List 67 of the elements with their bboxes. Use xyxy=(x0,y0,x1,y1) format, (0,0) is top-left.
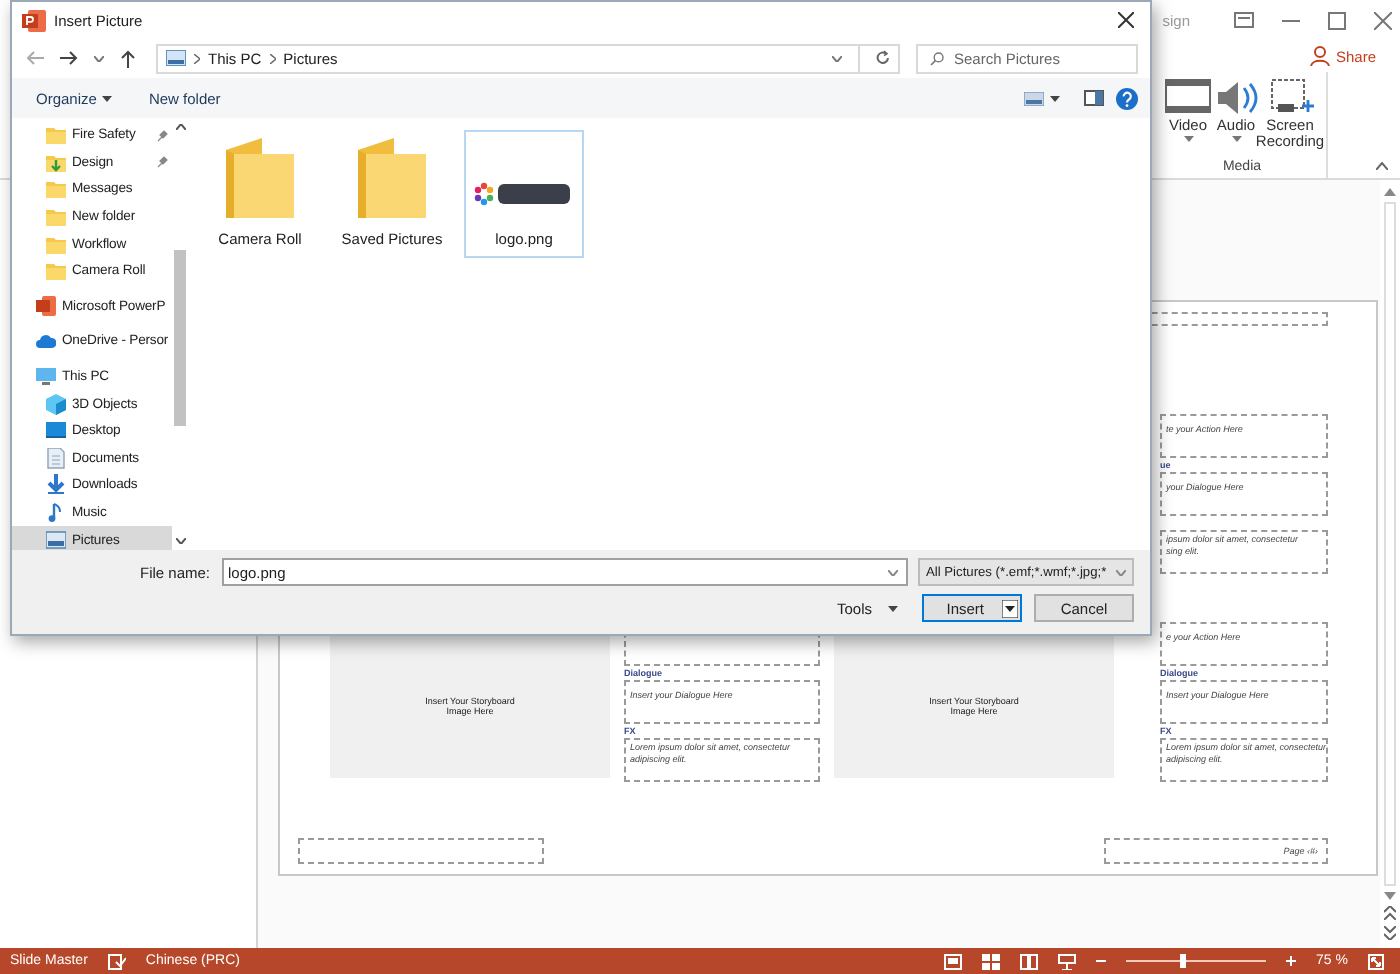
audio-icon xyxy=(1212,76,1260,116)
search-icon xyxy=(930,51,944,65)
chevron-icon xyxy=(269,53,276,63)
scrollbar[interactable] xyxy=(172,118,188,550)
refresh-icon xyxy=(876,50,890,66)
pin-icon xyxy=(156,129,168,142)
scroll-down-icon[interactable] xyxy=(175,538,185,544)
caret-icon xyxy=(102,95,113,101)
view-options-button[interactable] xyxy=(1024,91,1060,105)
caret-icon xyxy=(1050,95,1060,101)
cloud-icon xyxy=(36,330,56,353)
forward-icon[interactable] xyxy=(60,50,78,66)
slide-sorter-icon[interactable] xyxy=(982,953,1001,969)
folder-icon xyxy=(358,138,426,218)
preview-pane-icon[interactable] xyxy=(1084,90,1104,106)
pin-icon xyxy=(156,156,168,169)
person-icon xyxy=(1309,46,1330,66)
zoom-slider[interactable] xyxy=(1180,954,1187,968)
fit-to-window-icon[interactable] xyxy=(1368,953,1384,969)
download-icon xyxy=(46,474,66,497)
computer-icon xyxy=(36,366,56,389)
scroll-up-icon[interactable] xyxy=(1384,188,1396,196)
video-icon xyxy=(1164,76,1212,116)
cube-icon xyxy=(46,393,66,416)
scrollbar[interactable] xyxy=(1380,180,1400,948)
spelling-icon[interactable] xyxy=(107,953,126,969)
desktop-icon xyxy=(46,420,66,443)
zoom-out-icon[interactable] xyxy=(1096,956,1107,966)
normal-view-icon[interactable] xyxy=(944,953,963,969)
dropdown-icon xyxy=(1116,569,1126,575)
scroll-thumb[interactable] xyxy=(174,250,186,426)
recent-locations-icon[interactable] xyxy=(94,55,104,61)
pictures-icon xyxy=(46,529,66,550)
scroll-down-icon[interactable] xyxy=(1384,892,1396,900)
pictures-icon xyxy=(166,50,186,66)
next-slide-icon[interactable] xyxy=(1384,926,1396,940)
folder-icon xyxy=(46,178,66,201)
maximize-icon[interactable] xyxy=(1328,11,1346,29)
help-icon[interactable] xyxy=(1116,87,1138,109)
folder-icon xyxy=(46,260,66,283)
scroll-up-icon[interactable] xyxy=(175,124,185,130)
slideshow-icon[interactable] xyxy=(1058,953,1077,969)
chevron-icon xyxy=(194,53,200,63)
powerpoint-icon xyxy=(22,9,46,31)
dropdown-icon[interactable] xyxy=(888,569,898,575)
document-icon xyxy=(46,447,66,470)
folder-icon xyxy=(46,233,66,256)
previous-slide-icon[interactable] xyxy=(1384,906,1396,920)
folder-icon xyxy=(46,206,66,229)
download-folder-icon xyxy=(46,151,66,174)
caret-icon xyxy=(1183,136,1193,142)
folder-icon xyxy=(46,124,66,147)
close-icon[interactable] xyxy=(1118,12,1134,28)
zoom-in-icon[interactable] xyxy=(1286,956,1297,966)
caret-icon xyxy=(1231,136,1241,142)
powerpoint-icon xyxy=(36,295,56,318)
view-icon xyxy=(1024,91,1044,105)
ribbon-options-icon[interactable] xyxy=(1234,12,1254,28)
dropdown-icon[interactable] xyxy=(832,55,842,61)
reading-view-icon[interactable] xyxy=(1020,953,1039,969)
dropdown-arrow-icon[interactable] xyxy=(1002,599,1018,617)
up-icon[interactable] xyxy=(120,49,136,67)
music-icon xyxy=(46,502,66,525)
collapse-ribbon-icon[interactable] xyxy=(1376,162,1388,170)
caret-icon xyxy=(888,605,898,611)
folder-icon xyxy=(226,138,294,218)
screen-recording-icon xyxy=(1266,76,1314,116)
